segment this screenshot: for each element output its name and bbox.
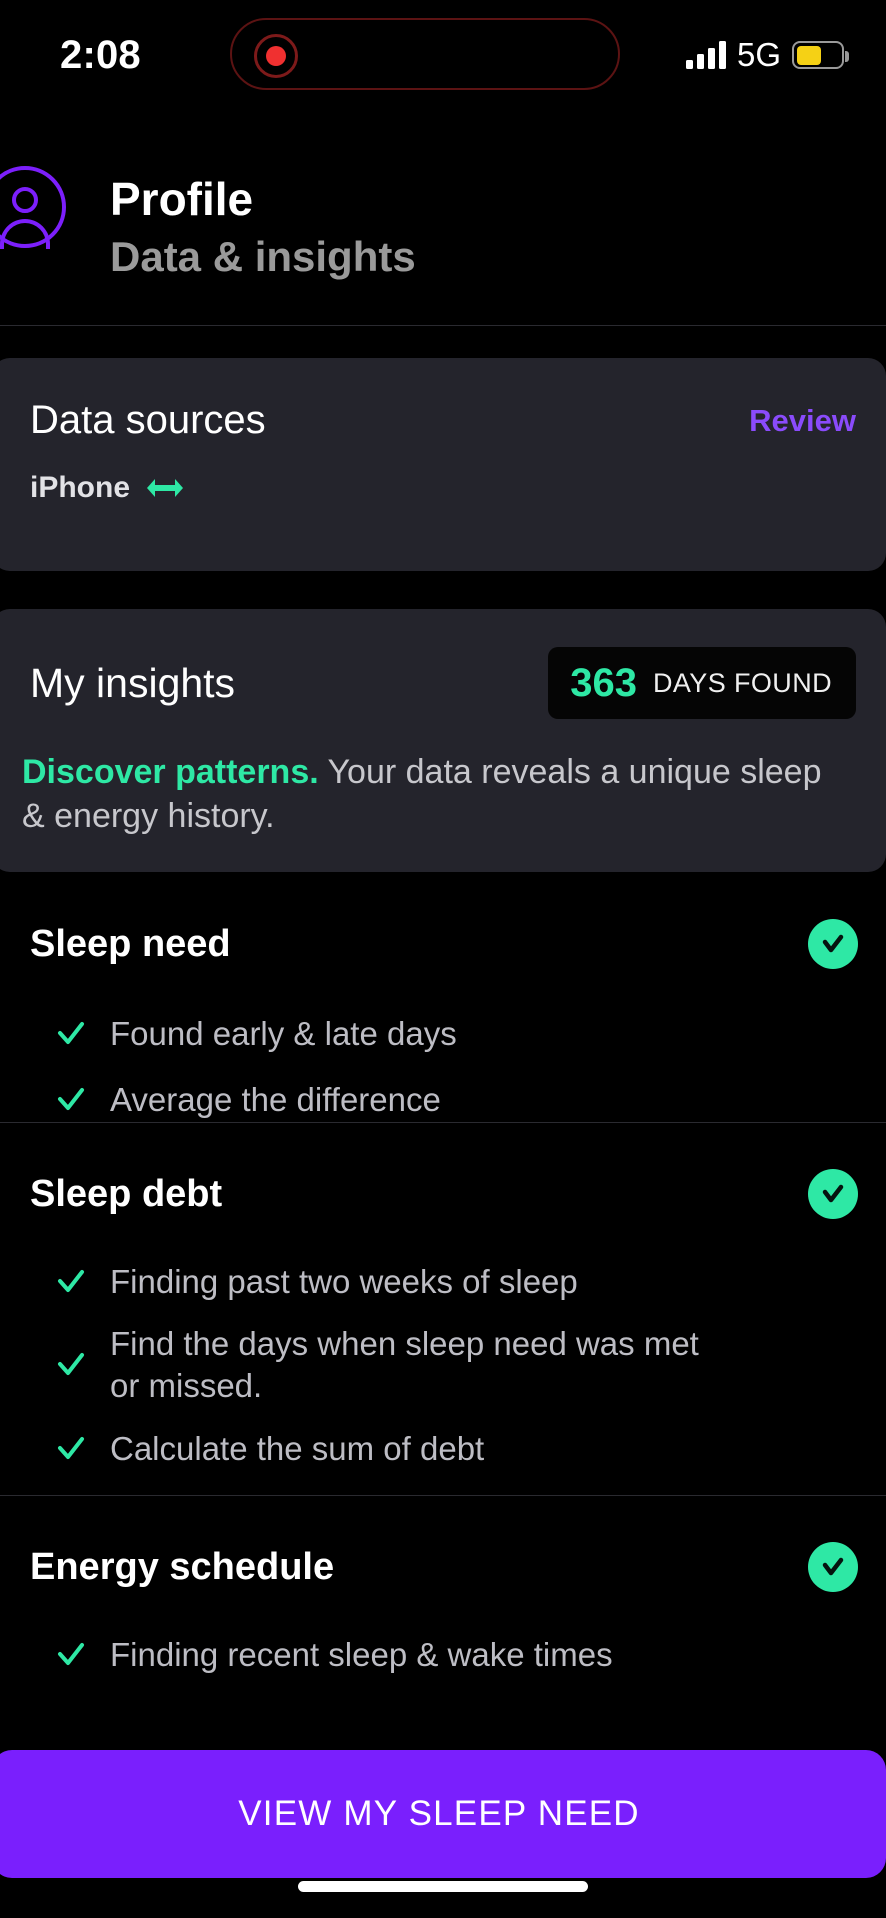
sync-arrows-icon xyxy=(147,479,184,497)
list-item: Find the days when sleep need was met or… xyxy=(30,1323,856,1407)
step-label: Finding past two weeks of sleep xyxy=(110,1263,578,1300)
check-icon xyxy=(58,1088,84,1111)
insights-title: My insights xyxy=(30,659,236,706)
step-label: Found early & late days xyxy=(110,1015,457,1052)
header-divider xyxy=(0,325,886,326)
list-item: Average the difference xyxy=(30,1079,856,1121)
data-sources-card: Data sources Review iPhone xyxy=(0,358,886,571)
list-item: Finding recent sleep & wake times xyxy=(30,1634,856,1676)
days-found-count: 363 xyxy=(570,661,637,705)
page-subtitle: Data & insights xyxy=(110,232,416,280)
view-my-sleep-need-button[interactable]: VIEW MY SLEEP NEED xyxy=(0,1750,886,1878)
section-sleep-need[interactable]: Sleep need Found early & late days Avera… xyxy=(0,873,886,1122)
my-insights-card: My insights 363 DAYS FOUND Discover patt… xyxy=(0,609,886,872)
list-item: Found early & late days xyxy=(30,1013,856,1055)
device-name-label: iPhone xyxy=(30,471,131,504)
sleep-debt-header: Sleep debt xyxy=(0,1169,886,1219)
check-circle-icon xyxy=(808,919,858,969)
step-label: Finding recent sleep & wake times xyxy=(110,1636,613,1673)
cta-label: VIEW MY SLEEP NEED xyxy=(238,1794,640,1833)
recording-dot xyxy=(266,46,286,66)
energy-schedule-title: Energy schedule xyxy=(30,1546,335,1588)
check-circle-icon xyxy=(808,1169,858,1219)
status-indicators: 5G xyxy=(685,36,849,74)
check-icon xyxy=(58,1022,84,1045)
step-label: Average the difference xyxy=(110,1081,441,1119)
status-time: 2:08 xyxy=(60,33,141,77)
status-bar: 2:08 5G xyxy=(0,0,886,110)
insights-highlight: Discover patterns. xyxy=(22,753,319,791)
step-label: Find the days when sleep need was met or… xyxy=(110,1325,699,1405)
sleep-debt-steps: Finding past two weeks of sleep Find the… xyxy=(0,1261,886,1470)
dynamic-island[interactable] xyxy=(230,18,620,90)
page-header: Profile Data & insights xyxy=(0,130,886,325)
data-sources-title: Data sources xyxy=(30,398,266,442)
insights-description: Discover patterns. Your data reveals a u… xyxy=(0,719,886,838)
check-icon xyxy=(58,1270,84,1293)
days-found-badge: 363 DAYS FOUND xyxy=(548,647,856,719)
check-icon xyxy=(58,1643,84,1666)
section-energy-schedule[interactable]: Energy schedule Finding recent sleep & w… xyxy=(0,1496,886,1686)
days-found-label: DAYS FOUND xyxy=(652,667,832,698)
data-source-item-iphone[interactable]: iPhone xyxy=(0,440,886,503)
sleep-need-header: Sleep need xyxy=(0,919,886,969)
review-link[interactable]: Review xyxy=(749,405,856,436)
battery-low-power-icon xyxy=(792,41,849,69)
page-title: Profile xyxy=(110,172,254,225)
insights-header: My insights 363 DAYS FOUND xyxy=(0,609,886,719)
sleep-need-steps: Found early & late days Average the diff… xyxy=(0,1013,886,1121)
check-icon xyxy=(58,1436,84,1459)
list-item: Calculate the sum of debt xyxy=(30,1428,856,1470)
signal-bars-icon xyxy=(685,41,726,69)
check-circle-icon xyxy=(808,1542,858,1592)
recording-indicator-icon xyxy=(254,34,298,78)
list-item: Finding past two weeks of sleep xyxy=(30,1261,856,1303)
home-indicator[interactable] xyxy=(298,1881,588,1892)
section-sleep-debt[interactable]: Sleep debt Finding past two weeks of sle… xyxy=(0,1123,886,1495)
sleep-debt-title: Sleep debt xyxy=(30,1173,223,1215)
energy-schedule-header: Energy schedule xyxy=(0,1542,886,1592)
data-sources-header: Data sources Review xyxy=(0,358,886,440)
energy-schedule-steps: Finding recent sleep & wake times xyxy=(0,1634,886,1676)
network-label: 5G xyxy=(736,36,781,73)
header-text: Profile Data & insights xyxy=(110,173,416,282)
check-icon xyxy=(58,1353,84,1376)
app-screen: 2:08 5G Profile Data & insights Data sou… xyxy=(0,0,886,1918)
sleep-need-title: Sleep need xyxy=(30,923,231,965)
profile-avatar-icon[interactable] xyxy=(0,166,66,249)
step-label: Calculate the sum of debt xyxy=(110,1429,485,1467)
